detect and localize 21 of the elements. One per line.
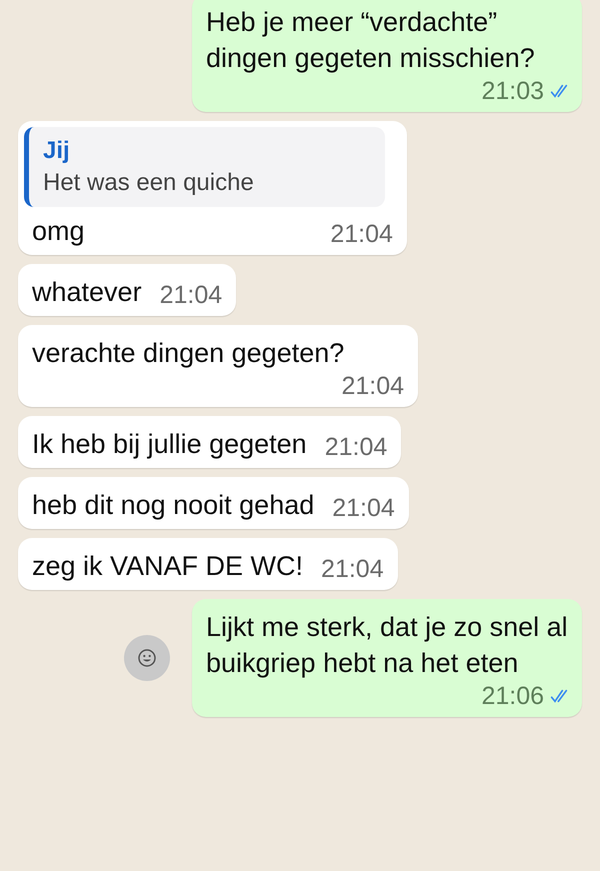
message-text: verachte dingen gegeten? [32, 337, 344, 370]
message-time: 21:06 [481, 681, 544, 711]
message-text: heb dit nog nooit gehad [32, 489, 314, 522]
message-text: Lijkt me sterk, dat je zo snel al buikgriep hebt na het eten [206, 611, 568, 680]
quote-text: Het was een quiche [43, 168, 255, 198]
message-time: 21:03 [481, 76, 544, 106]
message-time: 21:04 [332, 493, 395, 523]
message-time: 21:04 [160, 280, 222, 310]
message-time: 21:04 [321, 554, 384, 584]
message-time: 21:04 [341, 371, 404, 401]
message-time: 21:04 [330, 219, 393, 249]
message-text: whatever [32, 276, 142, 309]
smiley-icon [137, 648, 157, 668]
quoted-message[interactable]: Jij Het was een quiche [24, 127, 385, 207]
message-time: 21:04 [324, 432, 388, 462]
message-text: omg [32, 215, 85, 248]
message-text: zeg ik VANAF DE WC! [32, 550, 304, 583]
message-text: Ik heb bij jullie gegeten [32, 428, 307, 461]
reaction-button[interactable] [124, 635, 170, 681]
message-text: Heb je meer “verdachte” dingen gegeten misschien? [206, 6, 536, 75]
quote-author: Jij [43, 136, 71, 166]
